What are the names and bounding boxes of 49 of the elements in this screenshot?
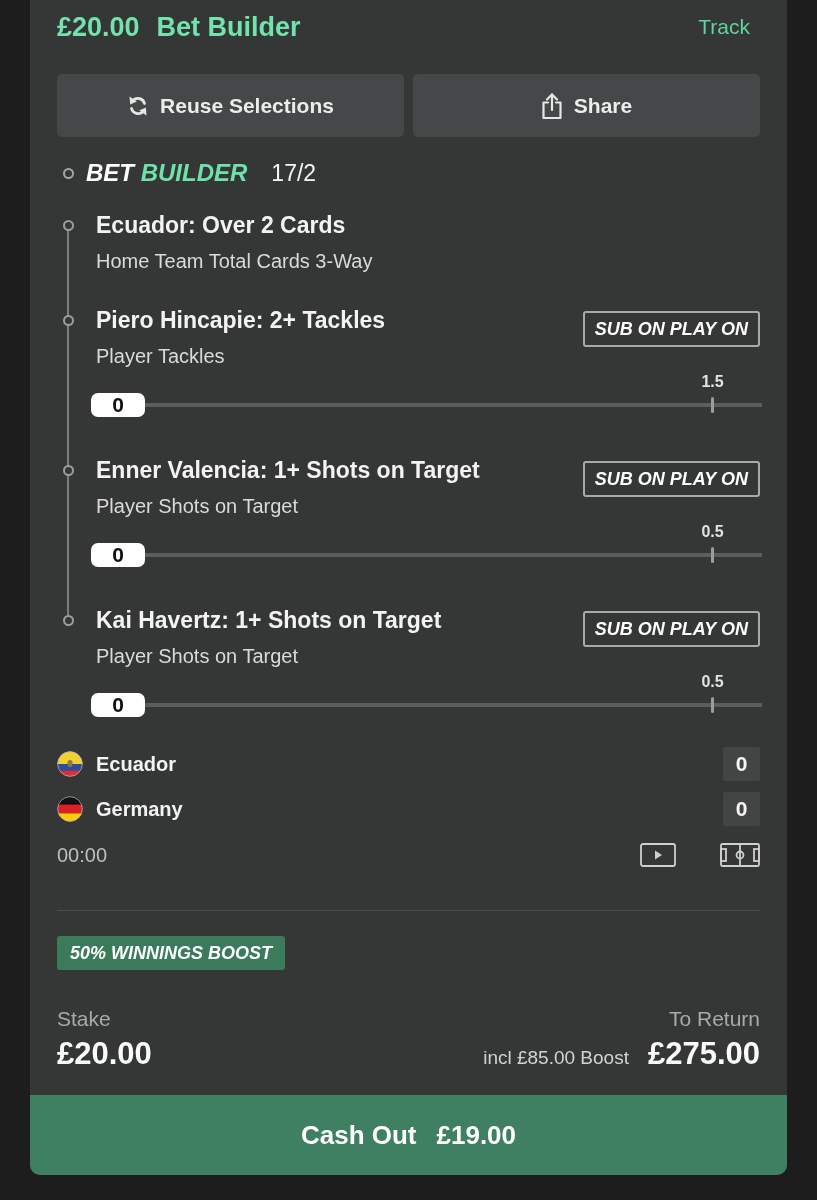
team-name: Germany — [96, 797, 183, 821]
football-pitch-icon[interactable] — [720, 843, 760, 867]
selection-title: Piero Hincapie: 2+ Tackles — [96, 306, 386, 334]
cash-out-button[interactable]: Cash Out £19.00 — [30, 1095, 787, 1175]
stake-amount: £20.00 — [57, 11, 140, 44]
boost-note: incl £85.00 Boost — [483, 1047, 629, 1069]
progress-thumb: 0 — [91, 543, 145, 567]
target-marker-icon — [711, 397, 714, 413]
return-label: To Return — [668, 1007, 760, 1031]
promo-tag: SUB ON PLAY ON — [582, 461, 760, 497]
stake-value: £20.00 — [57, 1036, 152, 1072]
team-score: 0 — [723, 747, 760, 781]
share-button[interactable]: Share — [413, 74, 760, 137]
ring-icon — [63, 220, 74, 231]
target-value: 0.5 — [701, 523, 724, 541]
ring-icon — [63, 615, 74, 626]
reuse-selections-button[interactable]: Reuse Selections — [57, 74, 404, 137]
team-score: 0 — [723, 792, 760, 826]
target-value: 0.5 — [701, 673, 724, 691]
market-name: Player Tackles — [96, 344, 226, 368]
track-link[interactable]: Track — [698, 14, 750, 40]
team-name: Ecuador — [96, 752, 177, 776]
boost-tag: 50% WINNINGS BOOST — [57, 936, 286, 970]
progress-thumb: 0 — [91, 693, 145, 717]
selection-title: Enner Valencia: 1+ Shots on Target — [96, 456, 480, 484]
share-icon — [540, 91, 563, 120]
selection-title: Kai Havertz: 1+ Shots on Target — [96, 606, 442, 634]
ring-icon — [63, 167, 74, 179]
market-name: Player Shots on Target — [96, 644, 299, 668]
ring-icon — [63, 465, 74, 476]
ring-icon — [63, 315, 74, 326]
promo-tag: SUB ON PLAY ON — [582, 311, 760, 347]
selection-title: Ecuador: Over 2 Cards — [96, 211, 347, 239]
match-clock: 00:00 — [57, 843, 108, 867]
promo-tag: SUB ON PLAY ON — [582, 611, 760, 647]
target-marker-icon — [711, 547, 714, 563]
bet-type-title: Bet Builder — [156, 11, 301, 44]
stake-label: Stake — [57, 1007, 111, 1031]
odds: 17/2 — [271, 159, 317, 188]
return-value: £275.00 — [647, 1036, 760, 1072]
video-play-icon[interactable] — [640, 843, 676, 867]
market-name: Player Shots on Target — [96, 494, 299, 518]
flag-icon — [57, 751, 83, 777]
progress-thumb: 0 — [91, 393, 145, 417]
flag-icon — [57, 796, 83, 822]
target-value: 1.5 — [701, 373, 724, 391]
bet-builder-wordmark: BET BUILDER — [86, 158, 248, 188]
market-name: Home Team Total Cards 3-Way — [96, 249, 373, 273]
target-marker-icon — [711, 697, 714, 713]
